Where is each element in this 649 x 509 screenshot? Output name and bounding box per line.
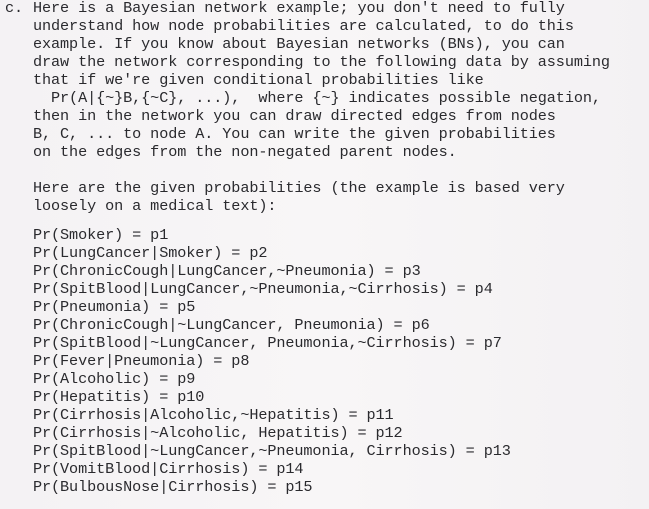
probability-line: Pr(Smoker) = p1 — [33, 226, 169, 244]
intro-line: Here is a Bayesian network example; you … — [33, 0, 565, 17]
intro-line: on the edges from the non-negated parent… — [33, 143, 457, 161]
probability-line: Pr(LungCancer|Smoker) = p2 — [33, 244, 268, 262]
probability-line: Pr(SpitBlood|LungCancer,~Pneumonia,~Cirr… — [33, 280, 493, 298]
probability-line: Pr(SpitBlood|~LungCancer,~Pneumonia, Cir… — [33, 442, 511, 460]
probability-line: Pr(SpitBlood|~LungCancer, Pneumonia,~Cir… — [33, 334, 502, 352]
intro-line: draw the network corresponding to the fo… — [33, 53, 610, 71]
intro-line: understand how node probabilities are ca… — [33, 17, 574, 35]
probability-line: Pr(VomitBlood|Cirrhosis) = p14 — [33, 460, 304, 478]
intro-line: example. If you know about Bayesian netw… — [33, 35, 565, 53]
intro-line: then in the network you can draw directe… — [33, 107, 556, 125]
item-label: c. — [5, 0, 24, 17]
probability-line: Pr(Pneumonia) = p5 — [33, 298, 196, 316]
probability-line: Pr(Cirrhosis|Alcoholic,~Hepatitis) = p11 — [33, 406, 394, 424]
intro-line: that if we're given conditional probabil… — [33, 71, 484, 89]
probability-line: Pr(Cirrhosis|~Alcoholic, Hepatitis) = p1… — [33, 424, 403, 442]
intro-line: Pr(A|{~}B,{~C}, ...), where {~} indicate… — [33, 89, 601, 107]
given-intro-line: Here are the given probabilities (the ex… — [33, 179, 565, 197]
probability-line: Pr(ChronicCough|~LungCancer, Pneumonia) … — [33, 316, 430, 334]
intro-line: B, C, ... to node A. You can write the g… — [33, 125, 556, 143]
probability-line: Pr(ChronicCough|LungCancer,~Pneumonia) =… — [33, 262, 421, 280]
probability-line: Pr(BulbousNose|Cirrhosis) = p15 — [33, 478, 313, 496]
probability-line: Pr(Hepatitis) = p10 — [33, 388, 205, 406]
probability-line: Pr(Alcoholic) = p9 — [33, 370, 196, 388]
given-intro-line: loosely on a medical text): — [33, 197, 277, 215]
document-page: c. Here is a Bayesian network example; y… — [0, 0, 649, 509]
probability-line: Pr(Fever|Pneumonia) = p8 — [33, 352, 250, 370]
